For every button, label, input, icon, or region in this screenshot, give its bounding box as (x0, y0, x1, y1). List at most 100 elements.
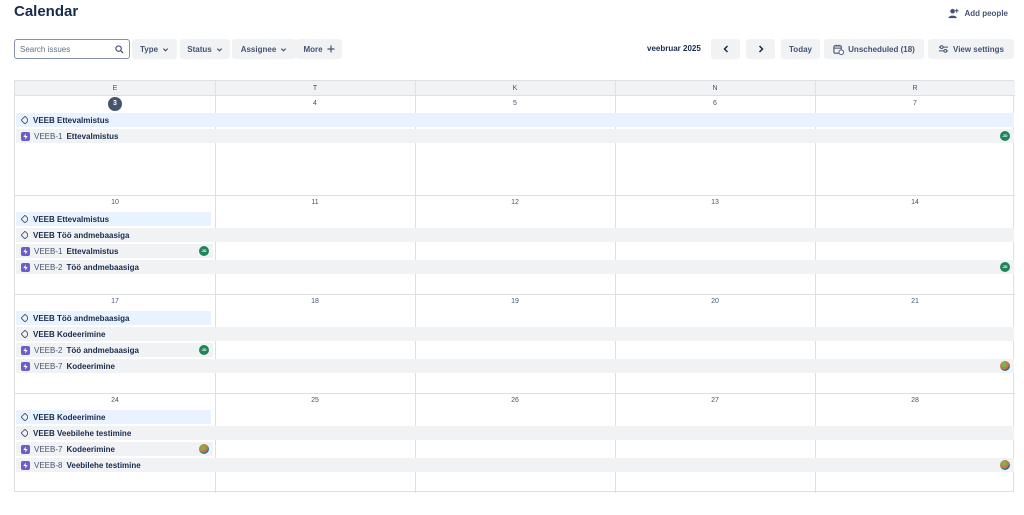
assignee-avatar[interactable] (1000, 361, 1010, 371)
release-icon (21, 314, 28, 322)
view-settings-label: View settings (953, 44, 1004, 54)
release-icon (21, 215, 28, 223)
page-title: Calendar (14, 3, 79, 20)
type-filter-button[interactable]: Type (132, 39, 177, 59)
issue-bar[interactable]: VEEB-8 Veebilehe testimine (16, 458, 1014, 472)
weekday-label: R (912, 85, 918, 92)
day-number[interactable]: 17 (15, 295, 215, 309)
issue-summary: Ettevalmistus (66, 246, 119, 256)
unscheduled-label: Unscheduled (18) (848, 44, 915, 54)
assignee-avatar[interactable] (1000, 460, 1010, 470)
day-number[interactable]: 28 (815, 394, 1015, 408)
version-bar[interactable]: VEEB Töö andmebaasiga (16, 311, 211, 325)
day-number[interactable]: 13 (615, 196, 815, 210)
version-bar[interactable]: VEEB Veebilehe testimine (16, 426, 1014, 440)
status-filter-label: Status (187, 44, 212, 54)
search-box[interactable] (14, 39, 130, 59)
day-number[interactable]: 20 (615, 295, 815, 309)
version-name: VEEB Kodeerimine (33, 329, 106, 339)
issue-bar[interactable]: VEEB-2 Töö andmebaasiga JD (16, 260, 1014, 274)
issue-summary: Veebilehe testimine (66, 460, 141, 470)
weekday-header: ETKNR (15, 81, 1015, 96)
day-number[interactable]: 14 (815, 196, 1015, 210)
issue-summary: Kodeerimine (66, 444, 115, 454)
issue-bar[interactable]: VEEB-2 Töö andmebaasiga JD (16, 343, 213, 357)
day-number[interactable]: 11 (215, 196, 415, 210)
chevron-left-icon (722, 45, 728, 53)
add-people-button[interactable]: Add people (948, 6, 1008, 20)
assignee-avatar[interactable]: JD (199, 345, 209, 355)
version-name: VEEB Kodeerimine (33, 412, 106, 422)
current-month-label: veebruar 2025 (647, 44, 701, 53)
today-indicator: 3 (108, 97, 122, 111)
day-number[interactable]: 27 (615, 394, 815, 408)
assignee-avatar[interactable]: JD (1000, 262, 1010, 272)
issue-summary: Töö andmebaasiga (66, 262, 139, 272)
next-month-button[interactable] (746, 39, 775, 59)
day-number[interactable]: 5 (415, 97, 615, 111)
add-people-label: Add people (964, 8, 1008, 18)
issue-bar[interactable]: VEEB-1 Ettevalmistus JD (16, 129, 1014, 143)
day-number[interactable]: 26 (415, 394, 615, 408)
version-name: VEEB Töö andmebaasiga (33, 313, 130, 323)
issue-key: VEEB-8 (34, 460, 63, 470)
day-number[interactable]: 25 (215, 394, 415, 408)
day-number[interactable]: 7 (815, 97, 1015, 111)
version-bar[interactable]: VEEB Ettevalmistus (16, 113, 1014, 127)
version-bar[interactable]: VEEB Kodeerimine (16, 327, 1014, 341)
toolbar: Type Status Assignee More veebruar 2025 … (14, 39, 1014, 59)
version-bar[interactable]: VEEB Ettevalmistus (16, 212, 211, 226)
assignee-avatar[interactable] (199, 444, 209, 454)
release-icon (21, 231, 28, 239)
version-name: VEEB Veebilehe testimine (33, 428, 132, 438)
view-settings-button[interactable]: View settings (928, 39, 1014, 59)
release-icon (21, 413, 28, 421)
calendar-icon (833, 44, 845, 55)
chevron-down-icon (216, 47, 222, 52)
previous-month-button[interactable] (711, 39, 740, 59)
epic-icon (21, 262, 30, 272)
day-number[interactable]: 6 (615, 97, 815, 111)
search-icon (115, 45, 124, 54)
plus-icon (327, 45, 335, 53)
epic-icon (21, 246, 30, 256)
day-number[interactable]: 19 (415, 295, 615, 309)
issue-bar[interactable]: VEEB-1 Ettevalmistus JD (16, 244, 213, 258)
epic-icon (21, 460, 30, 470)
assignee-avatar[interactable]: JD (1000, 131, 1010, 141)
assignee-avatar[interactable]: JD (199, 246, 209, 256)
search-input[interactable] (20, 44, 110, 54)
release-icon (21, 429, 28, 437)
day-number[interactable]: 3 (15, 97, 215, 111)
day-number[interactable]: 21 (815, 295, 1015, 309)
day-number[interactable]: 24 (15, 394, 215, 408)
issue-key: VEEB-1 (34, 246, 63, 256)
day-number[interactable]: 18 (215, 295, 415, 309)
issue-bar[interactable]: VEEB-7 Kodeerimine (16, 359, 1014, 373)
assignee-filter-button[interactable]: Assignee (232, 39, 296, 59)
chevron-down-icon (281, 47, 287, 52)
weekday-label: K (512, 85, 518, 92)
version-bar[interactable]: VEEB Kodeerimine (16, 410, 211, 424)
chevron-down-icon (162, 47, 169, 52)
day-number[interactable]: 12 (415, 196, 615, 210)
more-filters-button[interactable]: More (296, 39, 342, 59)
more-filters-label: More (303, 44, 323, 54)
issue-key: VEEB-1 (34, 131, 63, 141)
version-bar[interactable]: VEEB Töö andmebaasiga (16, 228, 1014, 242)
issue-summary: Kodeerimine (66, 361, 115, 371)
issue-bar[interactable]: VEEB-7 Kodeerimine (16, 442, 213, 456)
status-filter-button[interactable]: Status (180, 39, 230, 59)
today-button[interactable]: Today (781, 39, 820, 59)
release-icon (21, 116, 28, 124)
weekday-label: E (112, 85, 118, 92)
day-number[interactable]: 4 (215, 97, 415, 111)
epic-icon (21, 444, 30, 454)
release-icon (21, 330, 28, 338)
day-number[interactable]: 10 (15, 196, 215, 210)
weekday-label: T (312, 85, 318, 92)
unscheduled-button[interactable]: Unscheduled (18) (824, 39, 924, 59)
issue-key: VEEB-2 (34, 262, 63, 272)
add-person-icon (948, 8, 959, 18)
epic-icon (21, 361, 30, 371)
